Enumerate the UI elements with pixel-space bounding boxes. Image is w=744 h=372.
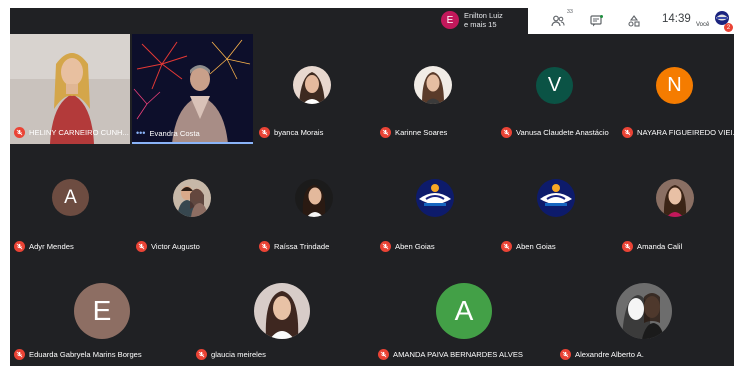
self-label: Você — [696, 22, 710, 28]
people-icon — [551, 15, 565, 27]
mic-off-icon — [622, 241, 633, 252]
participant-name: Amanda Calil — [637, 242, 683, 251]
mic-off-icon — [259, 127, 270, 138]
participant-name: NAYARA FIGUEIREDO VIEI... — [637, 128, 734, 137]
mic-off-icon — [14, 241, 25, 252]
participant-avatar — [295, 179, 333, 217]
participant-name: Karinne Soares — [395, 128, 448, 137]
presenter-avatar: E — [441, 11, 459, 29]
chat-icon — [589, 15, 603, 27]
participant-tile[interactable]: Alexandre Alberto A. — [556, 262, 734, 366]
participant-name: Aben Goias — [516, 242, 556, 251]
presenter-others: e mais 15 — [464, 20, 497, 29]
presenting-chip[interactable]: E Enilton Luiz e mais 15 — [441, 9, 503, 31]
people-count: 33 — [566, 9, 573, 15]
mic-off-icon — [501, 127, 512, 138]
mic-off-icon — [380, 241, 391, 252]
participant-name-row: Aben Goias — [501, 241, 556, 252]
participant-tile[interactable]: byanca Morais — [255, 34, 375, 144]
participant-tile[interactable]: A AMANDA PAIVA BERNARDES ALVES — [374, 262, 554, 366]
participant-name: Adyr Mendes — [29, 242, 74, 251]
mic-off-icon — [378, 349, 389, 360]
participant-name: byanca Morais — [274, 128, 324, 137]
mic-off-icon — [136, 241, 147, 252]
chat-button[interactable] — [586, 12, 606, 30]
mic-off-icon — [196, 349, 207, 360]
participant-avatar-logo — [537, 179, 575, 217]
participant-tile[interactable]: Aben Goias — [376, 148, 496, 258]
participant-avatar: E — [74, 283, 130, 339]
speaking-indicator-icon: ••• — [136, 128, 146, 138]
participant-name: Evandra Costa — [149, 128, 200, 138]
participant-avatar — [414, 66, 452, 104]
participant-name: Vanusa Claudete Anastácio — [516, 128, 609, 137]
participant-tile[interactable]: Raíssa Trindade — [255, 148, 375, 258]
participant-tile[interactable]: HELINY CARNEIRO CUNH... — [10, 34, 130, 144]
participant-name-row: ••• Evandra Costa — [136, 128, 200, 138]
participant-name-row: Vanusa Claudete Anastácio — [501, 127, 609, 138]
participant-name: Alexandre Alberto A. — [575, 350, 644, 359]
participant-name-row: Alexandre Alberto A. — [560, 349, 644, 360]
participant-tile[interactable]: ••• Evandra Costa — [132, 34, 253, 144]
participant-tile[interactable]: Amanda Calil — [618, 148, 734, 258]
self-badge: 2 — [724, 23, 733, 32]
participant-name-row: HELINY CARNEIRO CUNH... — [14, 127, 129, 138]
participant-avatar — [656, 179, 694, 217]
top-bar: E Enilton Luiz e mais 15 33 14:39 Você 2 — [10, 8, 734, 34]
participant-avatar — [254, 283, 310, 339]
participant-tile[interactable]: Karinne Soares — [376, 34, 496, 144]
participant-name-row: Adyr Mendes — [14, 241, 74, 252]
participant-avatar — [173, 179, 211, 217]
participant-name-row: Victor Augusto — [136, 241, 200, 252]
participant-avatar — [293, 66, 331, 104]
presenter-name: Enilton Luiz — [464, 11, 503, 20]
meeting-grid: E Enilton Luiz e mais 15 33 14:39 Você 2… — [10, 8, 734, 366]
participant-name: Aben Goias — [395, 242, 435, 251]
active-speaker-bar — [132, 142, 253, 144]
clock: 14:39 — [662, 13, 691, 25]
participant-name-row: glaucia meireles — [196, 349, 266, 360]
participant-name: AMANDA PAIVA BERNARDES ALVES — [393, 350, 523, 359]
participant-name-row: Amanda Calil — [622, 241, 682, 252]
activities-icon — [628, 15, 640, 27]
meeting-toolbar: 33 14:39 Você 2 — [528, 8, 734, 34]
participant-name-row: NAYARA FIGUEIREDO VIEI... — [622, 127, 734, 138]
participant-avatar: N — [656, 67, 693, 104]
participant-tile[interactable]: E Eduarda Gabryela Marins Borges — [10, 262, 190, 366]
participant-name: Eduarda Gabryela Marins Borges — [29, 350, 142, 359]
participant-avatar: A — [436, 283, 492, 339]
people-button[interactable]: 33 — [548, 9, 573, 30]
participant-name-row: Raíssa Trindade — [259, 241, 329, 252]
participant-name-row: AMANDA PAIVA BERNARDES ALVES — [378, 349, 523, 360]
participant-name: Victor Augusto — [151, 242, 200, 251]
presenter-text: Enilton Luiz e mais 15 — [464, 11, 503, 29]
mic-off-icon — [14, 349, 25, 360]
mic-off-icon — [380, 127, 391, 138]
participant-avatar — [616, 283, 672, 339]
participant-name: HELINY CARNEIRO CUNH... — [29, 128, 129, 137]
participant-name: glaucia meireles — [211, 350, 266, 359]
mic-off-icon — [622, 127, 633, 138]
mic-off-icon — [14, 127, 25, 138]
participant-name-row: Karinne Soares — [380, 127, 447, 138]
activities-button[interactable] — [624, 12, 644, 30]
participant-tile[interactable]: V Vanusa Claudete Anastácio — [497, 34, 617, 144]
participant-avatar: V — [536, 67, 573, 104]
participant-tile[interactable]: Aben Goias — [497, 148, 617, 258]
mic-off-icon — [259, 241, 270, 252]
participant-name-row: byanca Morais — [259, 127, 323, 138]
participant-tile[interactable]: Victor Augusto — [132, 148, 253, 258]
participant-avatar-logo — [416, 179, 454, 217]
participant-name-row: Eduarda Gabryela Marins Borges — [14, 349, 142, 360]
mic-off-icon — [560, 349, 571, 360]
participant-tile[interactable]: A Adyr Mendes — [10, 148, 130, 258]
participant-avatar: A — [52, 179, 89, 216]
participant-tile[interactable]: glaucia meireles — [192, 262, 372, 366]
participant-name: Raíssa Trindade — [274, 242, 330, 251]
mic-off-icon — [501, 241, 512, 252]
participant-name-row: Aben Goias — [380, 241, 435, 252]
participant-tile[interactable]: N NAYARA FIGUEIREDO VIEI... — [618, 34, 734, 144]
